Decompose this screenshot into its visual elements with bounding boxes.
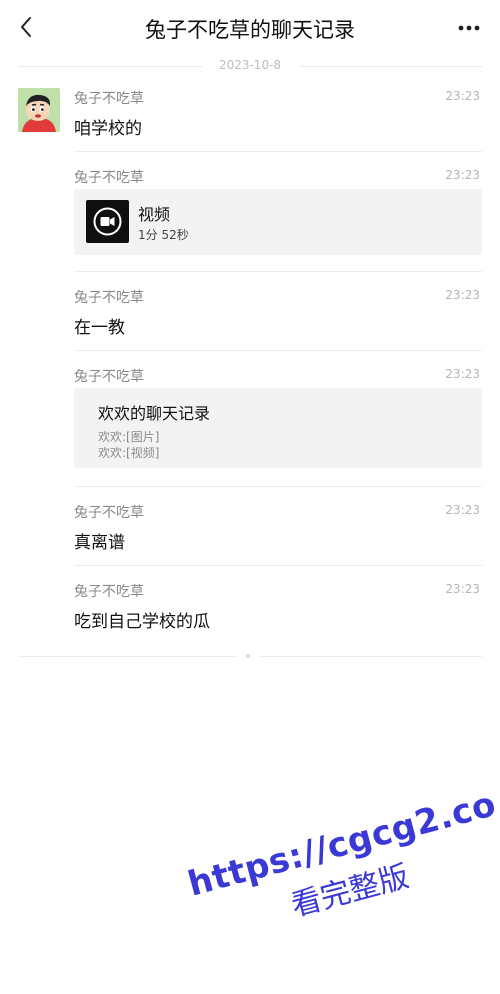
chat-record-card[interactable]: 欢欢的聊天记录 欢欢:[图片] 欢欢:[视频] [74, 388, 482, 468]
message-item: 兔子不吃草 23:23 视频 1分 52秒 [74, 167, 482, 272]
watermark-subtitle: 看完整版 [287, 858, 413, 924]
message-item[interactable]: 兔子不吃草 23:23 在一教 [74, 287, 482, 353]
date-separator: 2023-10-8 [18, 56, 482, 76]
avatar[interactable] [18, 88, 60, 132]
video-camera-icon [93, 207, 122, 236]
end-of-list-divider [18, 654, 482, 660]
watermark-url: https://cgcg2.co [183, 784, 500, 905]
top-bar: 兔子不吃草的聊天记录 [0, 0, 500, 56]
more-dots-icon [458, 25, 480, 31]
sender-name: 兔子不吃草 [74, 290, 144, 306]
sender-name: 兔子不吃草 [74, 584, 144, 600]
chat-record-line: 欢欢:[图片] [98, 430, 160, 444]
message-text: 吃到自己学校的瓜 [74, 612, 210, 632]
message-item: 兔子不吃草 23:23 欢欢的聊天记录 欢欢:[图片] 欢欢:[视频] [74, 366, 482, 488]
message-divider [74, 350, 482, 351]
date-label: 2023-10-8 [218, 58, 282, 72]
message-divider [74, 486, 482, 487]
message-time: 23:23 [445, 503, 480, 517]
message-divider [74, 565, 482, 566]
message-divider [74, 151, 482, 152]
message-item[interactable]: 兔子不吃草 23:23 咱学校的 [74, 88, 482, 154]
watermark: https://cgcg2.co 看完整版 [160, 712, 500, 955]
video-duration: 1分 52秒 [138, 228, 189, 242]
chat-record-title: 欢欢的聊天记录 [98, 404, 211, 423]
more-button[interactable] [452, 14, 486, 42]
message-item[interactable]: 兔子不吃草 23:23 真离谱 [74, 502, 482, 568]
video-card[interactable]: 视频 1分 52秒 [74, 189, 482, 255]
sender-name: 兔子不吃草 [74, 170, 144, 186]
video-title: 视频 [138, 205, 171, 224]
message-item[interactable]: 兔子不吃草 23:23 吃到自己学校的瓜 [74, 581, 482, 647]
chat-record-line: 欢欢:[视频] [98, 446, 160, 460]
end-line [18, 656, 236, 657]
sender-name: 兔子不吃草 [74, 91, 144, 107]
message-divider [74, 271, 482, 272]
message-text: 在一教 [74, 318, 125, 338]
message-time: 23:23 [445, 89, 480, 103]
separator-line [300, 66, 482, 67]
message-text: 咱学校的 [74, 119, 142, 139]
message-text: 真离谱 [74, 533, 125, 553]
message-time: 23:23 [445, 582, 480, 596]
message-time: 23:23 [445, 288, 480, 302]
sender-name: 兔子不吃草 [74, 505, 144, 521]
video-thumbnail [86, 200, 129, 243]
end-dot [246, 654, 250, 658]
page-title: 兔子不吃草的聊天记录 [145, 18, 355, 42]
message-time: 23:23 [445, 367, 480, 381]
sender-name: 兔子不吃草 [74, 369, 144, 385]
message-time: 23:23 [445, 168, 480, 182]
end-line [260, 656, 482, 657]
cartoon-boy-avatar-icon [18, 88, 60, 132]
